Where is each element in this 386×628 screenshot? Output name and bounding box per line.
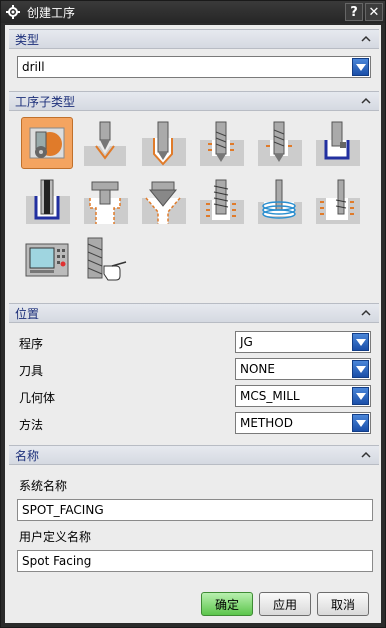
location-section-header[interactable]: 位置 xyxy=(9,303,379,323)
mill-user-icon[interactable] xyxy=(79,233,131,285)
help-button[interactable]: ? xyxy=(345,3,363,21)
geometry-value: MCS_MILL xyxy=(240,389,300,403)
close-button[interactable]: ✕ xyxy=(365,3,383,21)
tool-label: 刀具 xyxy=(19,364,44,378)
title-bar[interactable]: 创建工序 ? ✕ xyxy=(1,1,385,23)
type-dropdown-value: drill xyxy=(22,60,45,74)
type-section-header[interactable]: 类型 xyxy=(9,29,379,49)
subtype-section-header[interactable]: 工序子类型 xyxy=(9,91,379,111)
create-operation-dialog: 创建工序 ? ✕ 类型 drill 工序子类型 位置 程序 JG 刀具 NONE… xyxy=(0,0,386,628)
dropdown-arrow-icon[interactable] xyxy=(352,333,369,351)
method-value: METHOD xyxy=(240,416,293,430)
countersinking-icon[interactable] xyxy=(137,175,189,227)
reaming-icon[interactable] xyxy=(21,175,73,227)
system-name-value: SPOT_FACING xyxy=(22,503,104,517)
type-section-title: 类型 xyxy=(15,32,40,47)
dialog-body: 类型 drill 工序子类型 位置 程序 JG 刀具 NONE 几何体 MCS_… xyxy=(5,25,381,623)
method-label: 方法 xyxy=(19,418,44,432)
dialog-title: 创建工序 xyxy=(27,5,76,20)
collapse-chevron-icon[interactable] xyxy=(359,448,373,462)
thread-milling-icon[interactable] xyxy=(311,175,363,227)
name-section-header[interactable]: 名称 xyxy=(9,445,379,465)
system-name-label: 系统名称 xyxy=(19,479,68,493)
tapping-icon[interactable] xyxy=(195,175,247,227)
type-dropdown[interactable]: drill xyxy=(17,56,371,78)
geometry-dropdown[interactable]: MCS_MILL xyxy=(235,385,371,407)
peck-drilling-icon[interactable] xyxy=(195,117,247,169)
user-name-value: Spot Facing xyxy=(22,554,92,568)
breakchip-drilling-icon[interactable] xyxy=(253,117,305,169)
counterboring-icon[interactable] xyxy=(79,175,131,227)
method-dropdown[interactable]: METHOD xyxy=(235,412,371,434)
subtype-section-title: 工序子类型 xyxy=(15,94,76,109)
gear-icon[interactable] xyxy=(5,4,21,20)
geometry-label: 几何体 xyxy=(19,391,56,405)
spot-facing-icon[interactable] xyxy=(21,117,73,169)
system-name-field: SPOT_FACING xyxy=(17,499,373,521)
name-section-title: 名称 xyxy=(15,448,40,463)
ok-button[interactable]: 确定 xyxy=(201,592,253,616)
dropdown-arrow-icon[interactable] xyxy=(352,414,369,432)
collapse-chevron-icon[interactable] xyxy=(359,94,373,108)
apply-button[interactable]: 应用 xyxy=(259,592,311,616)
program-label: 程序 xyxy=(19,337,44,351)
collapse-chevron-icon[interactable] xyxy=(359,32,373,46)
tool-value: NONE xyxy=(240,362,275,376)
location-section-title: 位置 xyxy=(15,306,40,321)
dropdown-arrow-icon[interactable] xyxy=(352,58,369,76)
dropdown-arrow-icon[interactable] xyxy=(352,387,369,405)
program-value: JG xyxy=(240,335,253,349)
collapse-chevron-icon[interactable] xyxy=(359,306,373,320)
mill-control-icon[interactable] xyxy=(21,233,73,285)
cancel-button[interactable]: 取消 xyxy=(317,592,369,616)
boring-icon[interactable] xyxy=(311,117,363,169)
tool-dropdown[interactable]: NONE xyxy=(235,358,371,380)
spot-drilling-icon[interactable] xyxy=(79,117,131,169)
hole-milling-icon[interactable] xyxy=(253,175,305,227)
program-dropdown[interactable]: JG xyxy=(235,331,371,353)
user-name-label: 用户定义名称 xyxy=(19,530,92,544)
user-name-field[interactable]: Spot Facing xyxy=(17,550,373,572)
dropdown-arrow-icon[interactable] xyxy=(352,360,369,378)
drilling-icon[interactable] xyxy=(137,117,189,169)
